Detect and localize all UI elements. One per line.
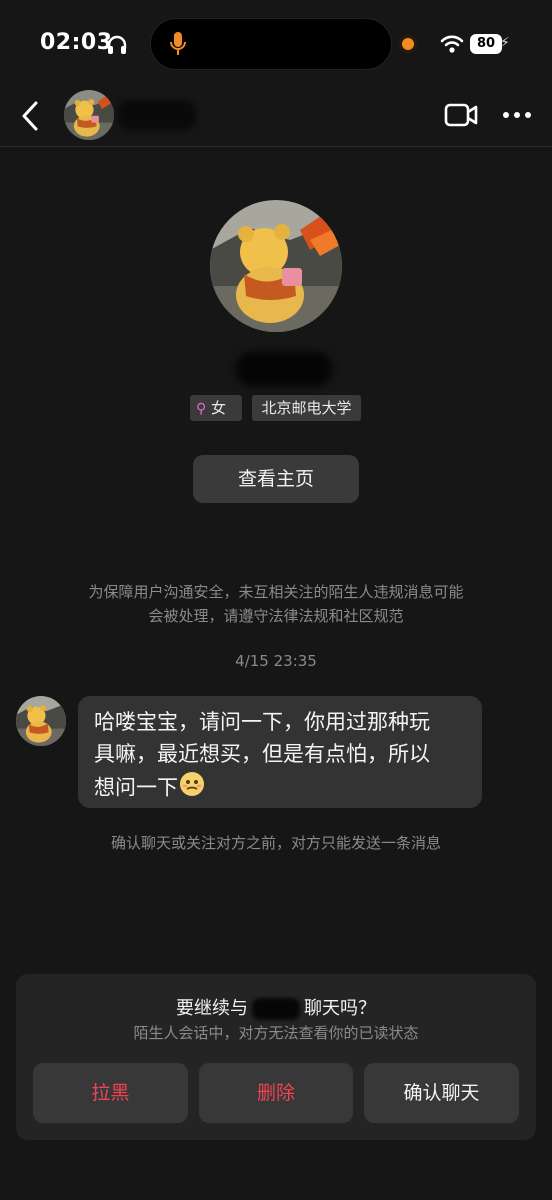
read-status-note: 陌生人会话中，对方无法查看你的已读状态 — [133, 1024, 419, 1042]
message-bubble[interactable]: 哈喽宝宝，请问一下，你用过那种玩 具嘛，最近想买，但是有点怕，所以 想问一下 — [78, 696, 482, 808]
notice-line: 为保障用户沟通安全，未互相关注的陌生人违规消息可能 — [88, 583, 464, 601]
camera-indicator — [402, 38, 414, 50]
battery-icon: 80 — [470, 34, 502, 54]
contact-name-redacted — [252, 998, 300, 1020]
female-icon: ⚲ — [196, 401, 207, 417]
contact-name-redacted — [118, 100, 196, 130]
gender-tag: ⚲ 女 — [190, 395, 242, 421]
back-arrow-icon[interactable] — [16, 98, 46, 134]
wifi-icon — [440, 34, 464, 58]
emoji-icon — [178, 770, 206, 807]
status-time: 02:03 — [40, 30, 113, 55]
video-call-icon[interactable] — [444, 102, 478, 132]
charging-bolt-icon: ⚡ — [500, 35, 510, 51]
microphone-icon — [168, 30, 188, 62]
message-timestamp: 4/15 23:35 — [235, 652, 317, 670]
profile-name-redacted — [236, 352, 332, 386]
message-line: 哈喽宝宝，请问一下，你用过那种玩 — [94, 710, 430, 734]
school-tag: 北京邮电大学 — [252, 395, 361, 421]
message-limit-note: 确认聊天或关注对方之前，对方只能发送一条消息 — [110, 834, 441, 852]
message-line: 想问一下 — [94, 775, 178, 800]
continue-chat-title: 要继续与 聊天吗？ — [0, 994, 552, 1020]
gender-label: 女 — [211, 399, 227, 417]
delete-button[interactable]: 删除 — [199, 1063, 353, 1123]
sender-avatar[interactable] — [16, 696, 66, 746]
title-text: 要继续与 — [176, 998, 248, 1019]
profile-avatar[interactable] — [210, 200, 342, 332]
confirm-chat-button[interactable]: 确认聊天 — [364, 1063, 519, 1123]
title-text: 聊天吗？ — [304, 998, 376, 1019]
headphone-icon — [106, 34, 128, 60]
view-homepage-button[interactable]: 查看主页 — [193, 455, 359, 503]
safety-notice: 为保障用户沟通安全，未互相关注的陌生人违规消息可能 会被处理，请遵守法律法规和社… — [60, 580, 492, 628]
header-avatar[interactable] — [64, 90, 114, 140]
more-icon[interactable] — [500, 100, 534, 130]
block-button[interactable]: 拉黑 — [33, 1063, 188, 1123]
message-line: 具嘛，最近想买，但是有点怕，所以 — [94, 742, 430, 766]
notice-line: 会被处理，请遵守法律法规和社区规范 — [148, 607, 404, 625]
